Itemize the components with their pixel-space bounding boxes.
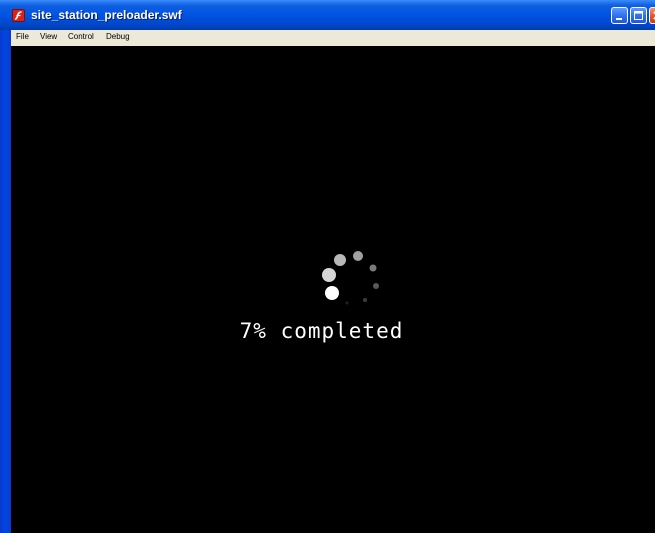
maximize-icon — [634, 11, 643, 20]
spinner-dot — [373, 283, 379, 289]
loading-spinner-icon — [322, 251, 379, 305]
window-title: site_station_preloader.swf — [31, 8, 182, 22]
menu-view[interactable]: View — [40, 30, 57, 46]
close-button[interactable] — [649, 7, 655, 24]
title-bar[interactable]: site_station_preloader.swf — [0, 0, 655, 30]
spinner-dot — [325, 286, 339, 300]
spinner-dot — [334, 254, 346, 266]
spinner-dot — [369, 264, 377, 272]
minimize-icon — [616, 18, 622, 20]
minimize-button[interactable] — [611, 7, 628, 24]
menu-control[interactable]: Control — [68, 30, 94, 46]
progress-text: 7% completed — [239, 319, 404, 343]
spinner-dot — [345, 301, 349, 305]
menu-debug[interactable]: Debug — [106, 30, 130, 46]
flash-stage[interactable]: 7% completed — [11, 46, 655, 533]
flash-player-icon[interactable] — [12, 9, 25, 22]
maximize-button[interactable] — [630, 7, 647, 24]
flash-player-window: site_station_preloader.swf File View Con… — [0, 0, 655, 533]
spinner-dot — [322, 268, 336, 282]
spinner-dot — [363, 298, 367, 302]
spinner-dot — [353, 251, 363, 261]
window-left-border — [0, 30, 11, 533]
close-icon — [653, 11, 655, 20]
menu-file[interactable]: File — [16, 30, 29, 46]
menu-bar: File View Control Debug — [11, 30, 655, 46]
